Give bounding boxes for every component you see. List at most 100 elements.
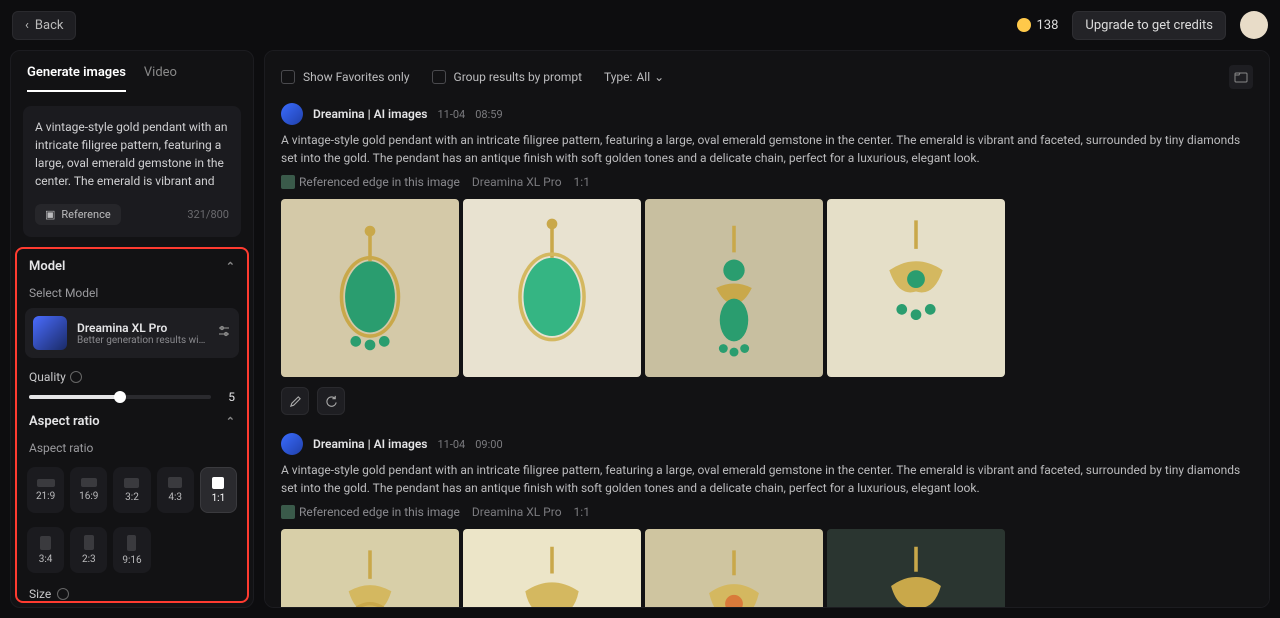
chevron-up-icon: ⌃ (226, 260, 235, 273)
ratio-shape (84, 535, 94, 550)
ratio-4-3[interactable]: 4:3 (157, 467, 194, 513)
ratio-3-4[interactable]: 3:4 (27, 527, 64, 573)
chevron-left-icon: ‹ (25, 18, 29, 33)
slider-fill (29, 395, 120, 399)
result-image[interactable] (645, 529, 823, 608)
sliders-icon[interactable] (217, 324, 231, 342)
model-thumbnail (33, 316, 67, 350)
ratio-1-1[interactable]: 1:1 (200, 467, 237, 513)
ref-label: Referenced edge in this image (299, 173, 460, 191)
ref-thumb-icon (281, 175, 295, 189)
ref-inline[interactable]: Referenced edge in this image (281, 503, 460, 521)
back-button[interactable]: ‹ Back (12, 11, 76, 40)
result-prompt: A vintage-style gold pendant with an int… (281, 131, 1253, 167)
checkbox-icon (432, 70, 446, 84)
slider-thumb[interactable] (114, 391, 126, 403)
image-row (281, 529, 1253, 608)
info-icon[interactable] (57, 588, 69, 600)
upgrade-button[interactable]: Upgrade to get credits (1072, 11, 1226, 40)
avatar[interactable] (1240, 11, 1268, 39)
chevron-up-icon: ⌃ (226, 415, 235, 428)
result-block: Dreamina | AI images 11-04 08:59 A vinta… (281, 103, 1253, 415)
aspect-section-label: Aspect ratio (29, 414, 100, 429)
upgrade-label: Upgrade to get credits (1085, 18, 1213, 33)
result-model: Dreamina XL Pro (472, 173, 562, 191)
back-label: Back (35, 18, 64, 33)
author-name: Dreamina | AI images (313, 107, 427, 121)
ref-thumb-icon (281, 505, 295, 519)
group-by-prompt-checkbox[interactable]: Group results by prompt (432, 70, 582, 84)
prompt-textarea[interactable]: A vintage-style gold pendant with an int… (23, 106, 241, 237)
result-image[interactable] (463, 529, 641, 608)
aspect-sub-label: Aspect ratio (25, 439, 239, 463)
size-label: Size (29, 587, 51, 601)
char-count: 321/800 (187, 208, 229, 221)
author-name: Dreamina | AI images (313, 437, 427, 451)
prompt-text: A vintage-style gold pendant with an int… (35, 118, 229, 190)
chevron-down-icon: ⌄ (654, 70, 664, 84)
author-avatar (281, 103, 303, 125)
author-avatar (281, 433, 303, 455)
ratio-shape (212, 477, 224, 489)
result-ratio: 1:1 (574, 503, 590, 521)
info-icon[interactable] (70, 371, 82, 383)
result-time: 08:59 (475, 108, 502, 121)
result-image[interactable] (645, 199, 823, 377)
favorites-label: Show Favorites only (303, 70, 410, 84)
image-row (281, 199, 1253, 377)
aspect-section-header[interactable]: Aspect ratio ⌃ (25, 404, 239, 439)
quality-slider[interactable] (29, 395, 211, 399)
result-image[interactable] (281, 529, 459, 608)
ratio-shape (37, 479, 55, 487)
model-desc: Better generation results with profes... (77, 335, 207, 346)
credits-display: 138 (1017, 18, 1059, 33)
reference-label: Reference (61, 208, 110, 221)
result-image[interactable] (281, 199, 459, 377)
sidebar: Generate images Video A vintage-style go… (10, 50, 254, 608)
result-image[interactable] (463, 199, 641, 377)
type-value: All (636, 70, 650, 84)
edit-button[interactable] (281, 387, 309, 415)
model-section-header[interactable]: Model ⌃ (25, 249, 239, 284)
favorites-only-checkbox[interactable]: Show Favorites only (281, 70, 410, 84)
settings-highlight: Model ⌃ Select Model Dreamina XL Pro Bet… (15, 247, 249, 603)
model-name: Dreamina XL Pro (77, 321, 207, 335)
ratio-shape (40, 536, 51, 550)
result-image[interactable] (827, 199, 1005, 377)
ratio-21-9[interactable]: 21:9 (27, 467, 64, 513)
group-label: Group results by prompt (454, 70, 582, 84)
ref-inline[interactable]: Referenced edge in this image (281, 173, 460, 191)
folder-icon[interactable] (1229, 65, 1253, 89)
result-date: 11-04 (437, 438, 465, 451)
ratio-shape (168, 477, 182, 488)
quality-label: Quality (29, 370, 82, 384)
ratio-2-3[interactable]: 2:3 (70, 527, 107, 573)
type-filter[interactable]: Type: All ⌄ (604, 70, 664, 84)
ratio-shape (81, 478, 97, 487)
checkbox-icon (281, 70, 295, 84)
select-model-label: Select Model (25, 284, 239, 308)
regenerate-button[interactable] (317, 387, 345, 415)
result-block: Dreamina | AI images 11-04 09:00 A vinta… (281, 433, 1253, 608)
result-ratio: 1:1 (574, 173, 590, 191)
result-image[interactable] (827, 529, 1005, 608)
type-label: Type: (604, 70, 632, 84)
result-date: 11-04 (437, 108, 465, 121)
result-prompt: A vintage-style gold pendant with an int… (281, 461, 1253, 497)
ratio-3-2[interactable]: 3:2 (113, 467, 150, 513)
ref-label: Referenced edge in this image (299, 503, 460, 521)
results-panel: Show Favorites only Group results by pro… (264, 50, 1270, 608)
reference-icon: ▣ (45, 208, 55, 221)
model-card[interactable]: Dreamina XL Pro Better generation result… (25, 308, 239, 358)
result-time: 09:00 (475, 438, 502, 451)
quality-value: 5 (221, 390, 235, 404)
credits-value: 138 (1037, 18, 1059, 33)
tab-generate-images[interactable]: Generate images (27, 65, 126, 92)
ratio-9-16[interactable]: 9:16 (113, 527, 150, 573)
result-model: Dreamina XL Pro (472, 503, 562, 521)
tab-video[interactable]: Video (144, 65, 177, 92)
ratio-16-9[interactable]: 16:9 (70, 467, 107, 513)
reference-chip[interactable]: ▣ Reference (35, 204, 121, 225)
size-row: Size (25, 577, 239, 603)
coin-icon (1017, 18, 1031, 32)
